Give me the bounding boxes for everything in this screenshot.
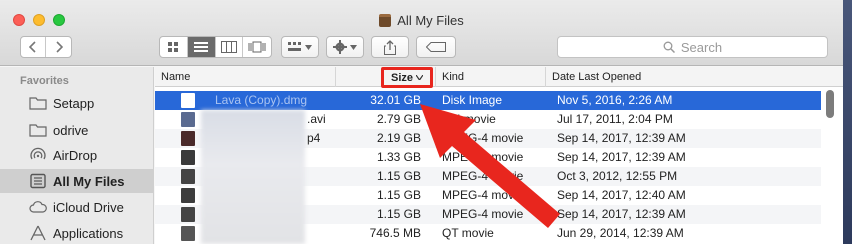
toolbar: All My Files Search (0, 0, 843, 66)
chevron-down-icon (350, 44, 357, 50)
chevron-right-icon (55, 41, 63, 53)
video-file-icon (181, 131, 195, 146)
share-icon (384, 39, 396, 55)
chevron-left-icon (29, 41, 36, 53)
disk-image-icon (181, 93, 195, 108)
sidebar-item-all-my-files[interactable]: All My Files (0, 169, 153, 193)
all-files-icon (30, 173, 46, 189)
edit-tags-button[interactable] (416, 36, 456, 58)
list-view-button[interactable] (187, 37, 216, 57)
icon-view-button[interactable] (160, 37, 188, 57)
cover-flow-button[interactable] (243, 37, 271, 57)
column-header-date[interactable]: Date Last Opened (545, 67, 843, 87)
view-mode-control (159, 36, 272, 58)
grid-icon (168, 42, 179, 52)
list-icon (194, 42, 209, 52)
nav-buttons (20, 36, 72, 58)
folder-icon (29, 124, 47, 137)
forward-button[interactable] (46, 37, 71, 57)
redacted-names (201, 110, 305, 244)
cover-flow-icon (248, 41, 266, 53)
desktop-background (843, 0, 852, 244)
finder-window: All My Files Search Favorites Setapp odr… (0, 0, 843, 244)
vertical-scrollbar[interactable] (826, 90, 834, 118)
column-header-name[interactable]: Name (155, 67, 335, 87)
search-placeholder: Search (680, 39, 723, 55)
file-list: Name Kind Date Last Opened Size Lava (Co… (155, 67, 843, 244)
tag-icon (426, 42, 446, 52)
columns-icon (220, 41, 237, 53)
sidebar-item-odrive[interactable]: odrive (0, 118, 153, 142)
sidebar-item-applications[interactable]: Applications (0, 221, 153, 244)
folder-icon (29, 97, 47, 110)
chevron-down-icon (305, 44, 312, 50)
folder-icon (379, 14, 392, 27)
video-file-icon (181, 150, 195, 165)
video-file-icon (181, 188, 195, 203)
size-header-label: Size (390, 71, 413, 84)
video-file-icon (181, 169, 195, 184)
video-file-icon (181, 207, 195, 222)
sidebar-item-icloud-drive[interactable]: iCloud Drive (0, 195, 153, 219)
video-file-icon (181, 226, 195, 241)
sidebar-item-airdrop[interactable]: AirDrop (0, 143, 153, 167)
video-file-icon (181, 112, 195, 127)
back-button[interactable] (21, 37, 47, 57)
sidebar-item-setapp[interactable]: Setapp (0, 91, 153, 115)
column-header-kind[interactable]: Kind (435, 67, 545, 87)
table-row[interactable]: Lava (Copy).dmg 32.01 GB Disk Image Nov … (155, 91, 821, 110)
airdrop-icon (30, 147, 46, 160)
sort-descending-icon (416, 75, 423, 80)
gear-icon (333, 40, 347, 54)
action-button[interactable] (326, 36, 364, 58)
search-input[interactable]: Search (557, 36, 828, 58)
sidebar: Favorites Setapp odrive AirDrop All My F… (0, 67, 154, 244)
sidebar-heading: Favorites (20, 75, 69, 87)
cloud-icon (29, 201, 47, 213)
share-button[interactable] (371, 36, 409, 58)
arrange-button[interactable] (281, 36, 319, 58)
search-icon (663, 41, 675, 53)
list-header: Name Kind Date Last Opened Size (155, 67, 843, 88)
size-sort-highlight[interactable]: Size (381, 67, 433, 88)
applications-icon (30, 225, 46, 241)
arrange-icon (288, 42, 301, 51)
window-title: All My Files (0, 13, 843, 28)
column-view-button[interactable] (216, 37, 244, 57)
